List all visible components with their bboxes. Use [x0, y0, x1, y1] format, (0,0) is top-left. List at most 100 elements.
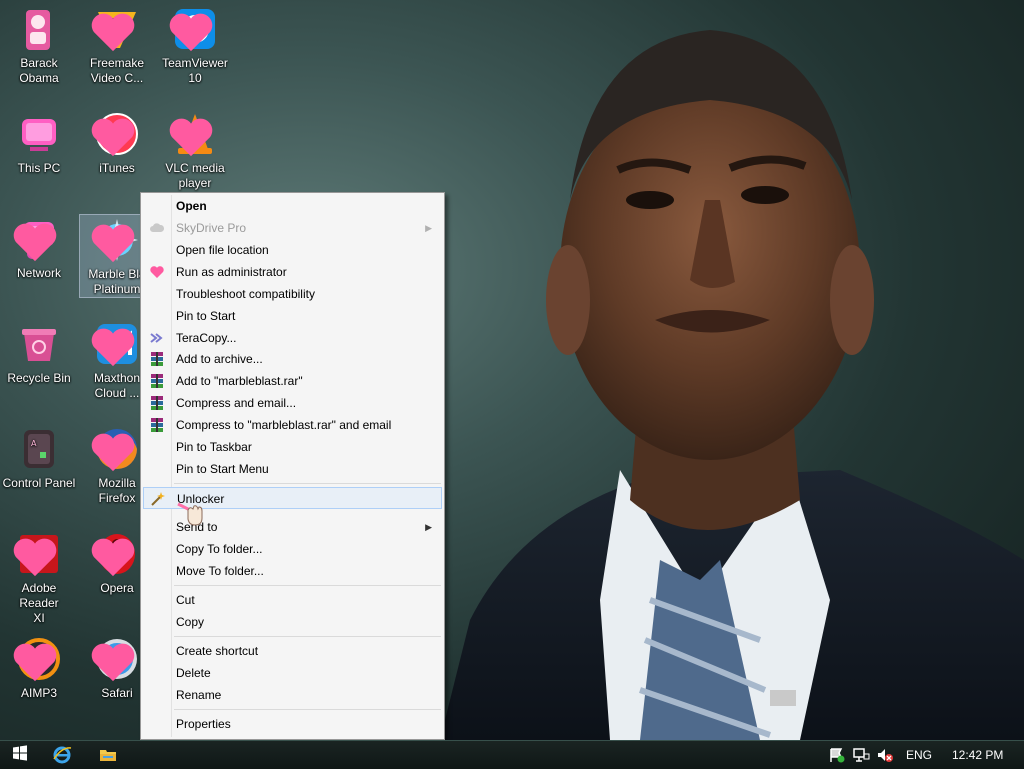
icon-label-line-2: XI — [33, 611, 45, 625]
network-status-icon — [853, 748, 870, 762]
menu-item-label: Properties — [176, 717, 231, 731]
wand-icon — [151, 492, 165, 506]
desktop-icon-adobe-reader[interactable]: Adobe Reader XI — [2, 525, 76, 626]
menu-item-label: Pin to Start — [176, 309, 236, 323]
menu-item-label: Add to archive... — [176, 352, 263, 366]
action-center-flag-icon — [830, 748, 845, 763]
menu-item-create-shortcut[interactable]: Create shortcut — [143, 640, 442, 662]
favorite-heart-icon — [13, 223, 57, 262]
desktop-icon-recycle-bin[interactable]: Recycle Bin — [2, 315, 76, 386]
menu-item-delete[interactable]: Delete — [143, 662, 442, 684]
icon-label: Network — [16, 266, 61, 280]
winrar-icon — [151, 418, 163, 432]
icon-label-line-2: Video C... — [90, 71, 144, 85]
icon-label: iTunes — [99, 161, 135, 175]
menu-item-pin-to-start-menu[interactable]: Pin to Start Menu — [143, 458, 442, 480]
tray-network[interactable] — [852, 741, 870, 769]
menu-item-label: Copy — [176, 615, 205, 629]
menu-item-pin-to-taskbar[interactable]: Pin to Taskbar — [143, 436, 442, 458]
menu-item-properties[interactable]: Properties — [143, 713, 442, 735]
tray-action-center[interactable] — [828, 741, 846, 769]
internet-explorer-icon — [53, 746, 72, 764]
menu-item-compress-to-rar-and-email[interactable]: Compress to "marbleblast.rar" and email — [143, 414, 442, 436]
menu-item-compress-and-email[interactable]: Compress and email... — [143, 392, 442, 414]
desktop-icon-teamviewer[interactable]: TeamViewer 10 — [158, 0, 232, 86]
menu-item-troubleshoot-compatibility[interactable]: Troubleshoot compatibility — [143, 283, 442, 305]
icon-label-line-1: VLC media — [165, 161, 225, 175]
svg-text:A: A — [31, 439, 37, 448]
menu-item-label: Compress and email... — [176, 396, 297, 410]
cloud-icon — [150, 223, 165, 232]
language-indicator[interactable]: ENG — [906, 741, 932, 769]
desktop-icon-itunes[interactable]: iTunes — [80, 105, 154, 176]
desktop-icon-network[interactable]: Network — [2, 210, 76, 281]
teracopy-icon — [150, 333, 163, 343]
icon-label-line-1: Freemake — [89, 56, 145, 70]
menu-item-add-to-rar[interactable]: Add to "marbleblast.rar" — [143, 370, 442, 392]
taskbar: ENG 12:42 PM — [0, 740, 1024, 769]
menu-item-label: Compress to "marbleblast.rar" and email — [176, 418, 392, 432]
desktop-icon-control-panel[interactable]: A Control Panel — [2, 420, 76, 491]
taskbar-file-explorer[interactable] — [88, 743, 128, 767]
desktop-icon-aimp3[interactable]: AIMP3 — [2, 630, 76, 701]
menu-item-label: Delete — [176, 666, 211, 680]
folder-icon — [100, 750, 116, 761]
start-button[interactable] — [0, 743, 40, 767]
menu-item-copy-to-folder[interactable]: Copy To folder... — [143, 538, 442, 560]
menu-item-label: SkyDrive Pro — [176, 221, 247, 235]
menu-item-label: Copy To folder... — [176, 542, 263, 556]
winrar-icon — [151, 352, 163, 366]
tray-volume[interactable] — [876, 741, 894, 769]
taskbar-clock[interactable]: 12:42 PM — [952, 741, 1003, 769]
desktop-icon-freemake[interactable]: Freemake Video C... — [80, 0, 154, 86]
favorite-heart-icon — [91, 643, 135, 682]
menu-item-copy[interactable]: Copy — [143, 611, 442, 633]
menu-item-label: Rename — [176, 688, 222, 702]
menu-item-pin-to-start[interactable]: Pin to Start — [143, 305, 442, 327]
menu-item-label: Run as administrator — [176, 265, 287, 279]
menu-item-run-as-administrator[interactable]: Run as administrator — [143, 261, 442, 283]
favorite-heart-icon — [91, 433, 135, 472]
menu-item-move-to-folder[interactable]: Move To folder... — [143, 560, 442, 582]
desktop-icon-barack-obama[interactable]: Barack Obama — [2, 0, 76, 86]
menu-item-teracopy[interactable]: TeraCopy... — [143, 327, 442, 349]
menu-item-label: Pin to Taskbar — [176, 440, 252, 454]
menu-item-label: Open — [176, 199, 207, 213]
taskbar-internet-explorer[interactable] — [42, 743, 82, 767]
favorite-heart-icon — [91, 224, 135, 263]
menu-item-label: Open file location — [176, 243, 269, 257]
heart-shield-icon — [150, 266, 164, 278]
icon-label-line-1: Adobe Reader — [19, 581, 59, 610]
hand-cursor-icon — [177, 502, 203, 526]
windows-logo-icon — [13, 745, 27, 761]
favorite-heart-icon — [91, 538, 135, 577]
favorite-heart-icon — [13, 538, 57, 577]
control-panel-icon: A — [24, 430, 54, 468]
favorite-heart-icon — [91, 328, 135, 367]
winrar-icon — [151, 374, 163, 388]
favorite-heart-icon — [169, 13, 213, 52]
menu-item-label: Cut — [176, 593, 195, 607]
favorite-heart-icon — [169, 118, 213, 157]
icon-label-line-1: TeamViewer — [162, 56, 228, 70]
menu-separator — [174, 585, 441, 586]
icon-label: Recycle Bin — [7, 371, 71, 385]
menu-item-cut[interactable]: Cut — [143, 589, 442, 611]
menu-item-label: Create shortcut — [176, 644, 259, 658]
user-folder-icon — [26, 10, 50, 50]
icon-label: AIMP3 — [20, 686, 57, 700]
desktop-icon-this-pc[interactable]: This PC — [2, 105, 76, 176]
submenu-arrow-icon: ▶ — [425, 522, 432, 532]
favorite-heart-icon — [13, 643, 57, 682]
menu-item-skydrive-pro: SkyDrive Pro ▶ — [143, 217, 442, 239]
menu-item-label: Move To folder... — [176, 564, 264, 578]
context-menu: Open SkyDrive Pro ▶ Open file location R… — [140, 192, 445, 740]
menu-item-open[interactable]: Open — [143, 195, 442, 217]
icon-label-line-2: 10 — [188, 71, 202, 85]
recycle-bin-icon — [22, 329, 56, 361]
menu-item-rename[interactable]: Rename — [143, 684, 442, 706]
menu-item-add-to-archive[interactable]: Add to archive... — [143, 348, 442, 370]
menu-item-open-file-location[interactable]: Open file location — [143, 239, 442, 261]
menu-separator — [174, 636, 441, 637]
desktop-icon-vlc[interactable]: VLC media player — [158, 105, 232, 191]
